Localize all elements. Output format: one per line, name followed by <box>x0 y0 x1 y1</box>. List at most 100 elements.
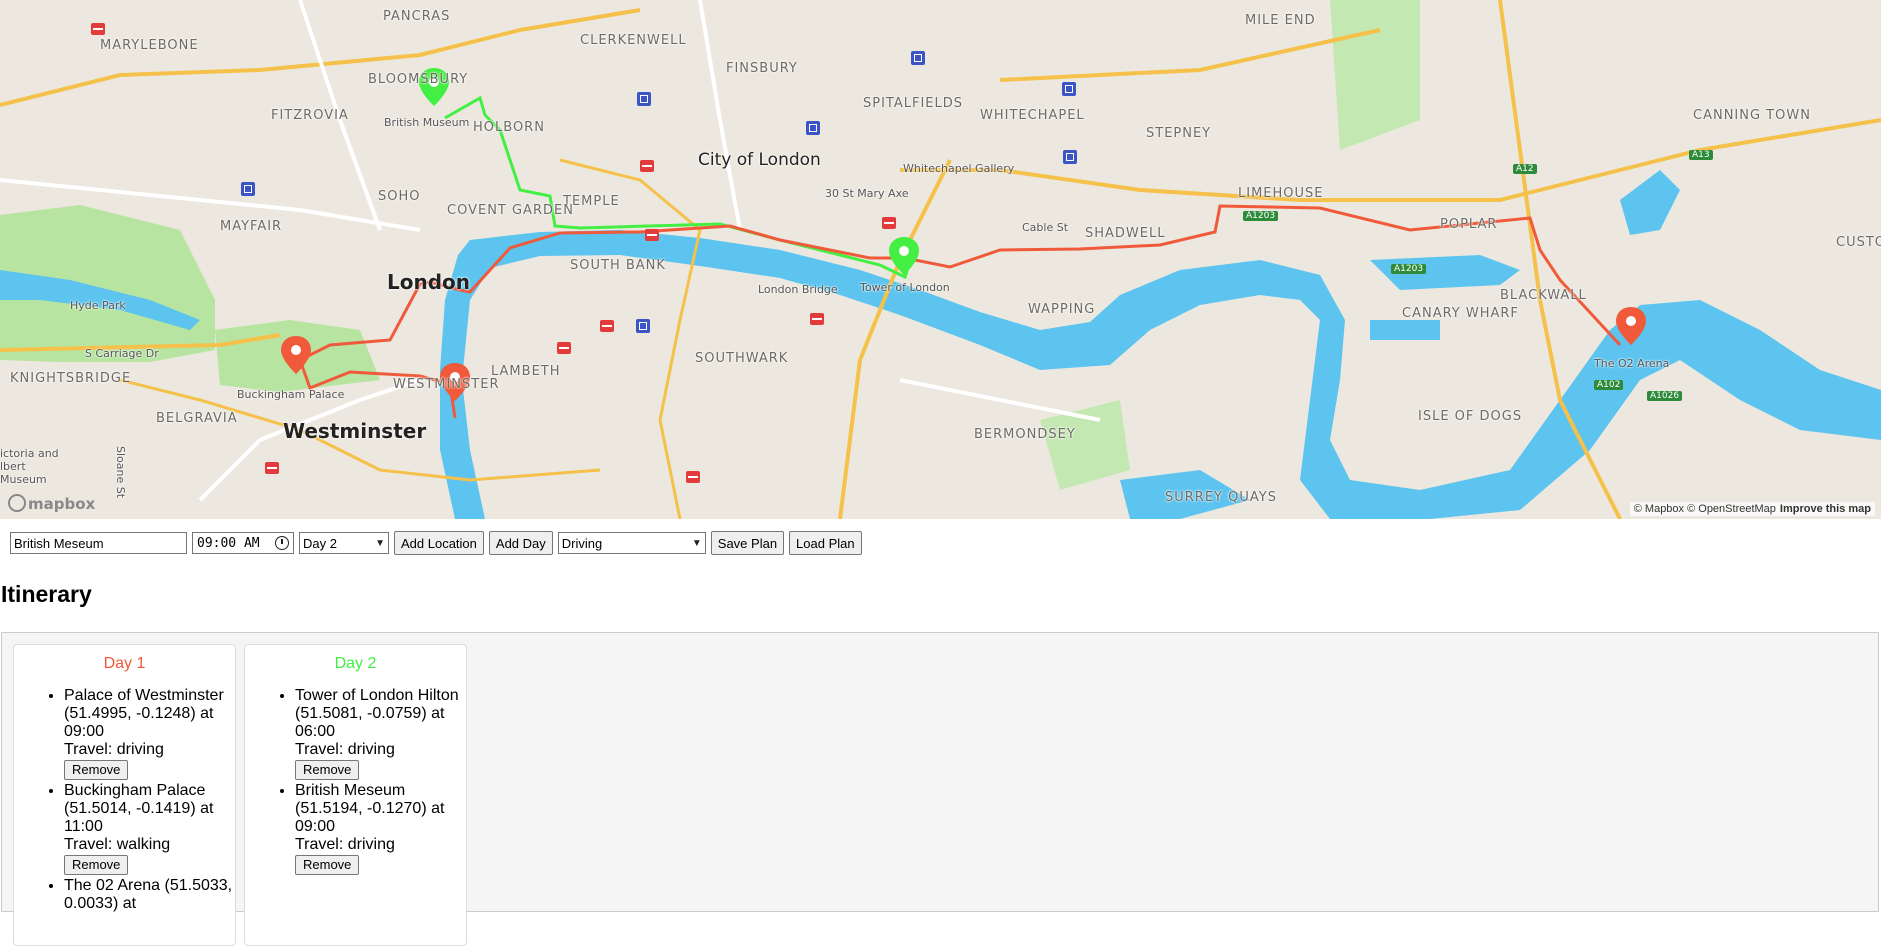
road-tag: A13 <box>1689 150 1713 160</box>
major-road <box>900 118 1881 202</box>
area-label: HOLBORN <box>473 120 545 135</box>
area-label: BLOOMSBURY <box>368 72 469 87</box>
stop-list: Palace of Westminster (51.4995, -0.1248)… <box>14 687 235 913</box>
remove-button[interactable]: Remove <box>64 855 129 875</box>
road-tag: A12 <box>1513 164 1537 174</box>
time-input[interactable]: 09:00 AM <box>192 532 294 554</box>
travel-mode-text: Travel: driving <box>295 836 395 853</box>
list-item: British Meseum (51.5194, -0.1270) at 09:… <box>295 782 466 875</box>
park-area <box>1040 400 1130 490</box>
area-label: Westminster <box>283 419 427 443</box>
remove-button[interactable]: Remove <box>64 760 129 780</box>
marker-tower-of-london[interactable] <box>889 237 919 275</box>
area-label: WESTMINSTER <box>393 377 500 392</box>
mapbox-logo-icon <box>8 494 26 512</box>
list-item: Palace of Westminster (51.4995, -0.1248)… <box>64 687 235 780</box>
itinerary-heading: Itinerary <box>1 581 92 607</box>
poi-label: The O2 Arena <box>1594 357 1670 370</box>
day-title: Day 2 <box>334 655 377 672</box>
area-label: COVENT GARDEN <box>447 203 574 218</box>
area-label: POPLAR <box>1440 217 1498 232</box>
travel-mode-text: Travel: driving <box>295 741 395 758</box>
park-area <box>1330 0 1420 150</box>
area-label: SPITALFIELDS <box>863 96 964 111</box>
day-card-1: Day 1 Palace of Westminster (51.4995, -0… <box>13 644 236 946</box>
travel-mode-select[interactable]: Driving ▼ <box>557 532 706 554</box>
poi-label: Sloane St <box>114 446 127 499</box>
area-label: CLERKENWELL <box>580 33 687 48</box>
clock-icon[interactable] <box>275 536 289 550</box>
mapbox-logo-text: mapbox <box>28 495 96 513</box>
day-select[interactable]: Day 2 ▼ <box>299 532 389 554</box>
rail-station-icon <box>686 471 700 483</box>
major-road <box>838 159 952 519</box>
area-label: SOUTHWARK <box>695 351 789 366</box>
tube-station-icon <box>1063 150 1077 164</box>
map-view[interactable]: PANCRAS MARYLEBONE CLERKENWELL MILE END … <box>0 0 1881 519</box>
tube-station-icon <box>806 121 820 135</box>
day-select-value: Day 2 <box>303 535 337 551</box>
major-road <box>559 158 702 519</box>
travel-mode-value: Driving <box>561 535 603 551</box>
list-item: Tower of London Hilton (51.5081, -0.0759… <box>295 687 466 780</box>
marker-buckingham-palace[interactable] <box>281 336 311 374</box>
area-label: BLACKWALL <box>1500 288 1587 303</box>
minor-road <box>698 0 742 231</box>
mapbox-logo[interactable]: mapbox <box>8 494 95 513</box>
day-title: Day 1 <box>103 655 146 672</box>
area-label: WAPPING <box>1028 302 1096 317</box>
travel-mode-text: Travel: walking <box>64 836 171 853</box>
location-input[interactable] <box>10 532 187 554</box>
list-item: Buckingham Palace (51.5014, -0.1419) at … <box>64 782 235 875</box>
area-label: SURREY QUAYS <box>1165 490 1277 505</box>
area-label: KNIGHTSBRIDGE <box>10 371 132 386</box>
area-label: SHADWELL <box>1085 226 1166 241</box>
area-label: CANARY WHARF <box>1402 306 1519 321</box>
stop-text: The 02 Arena (51.5033, 0.0033) at <box>64 877 233 912</box>
stop-text: British Meseum (51.5194, -0.1270) at 09:… <box>295 782 445 835</box>
area-label: LAMBETH <box>491 364 561 379</box>
chevron-down-icon: ▼ <box>691 537 702 549</box>
area-label: MAYFAIR <box>220 219 283 234</box>
stop-text: Palace of Westminster (51.4995, -0.1248)… <box>64 687 224 740</box>
poi-label: S Carriage Dr <box>85 347 159 360</box>
day-card-2: Day 2 Tower of London Hilton (51.5081, -… <box>244 644 467 946</box>
improve-map-link[interactable]: Improve this map <box>1780 503 1871 515</box>
rail-station-icon <box>265 462 279 474</box>
rail-station-icon <box>810 313 824 325</box>
area-label: MILE END <box>1245 13 1316 28</box>
area-label: SOHO <box>378 189 421 204</box>
area-label: ISLE OF DOGS <box>1418 409 1523 424</box>
load-plan-button[interactable]: Load Plan <box>789 531 862 555</box>
poi-label: ictoria and lbert Museum <box>0 447 59 486</box>
minor-road <box>899 378 1101 422</box>
add-day-button[interactable]: Add Day <box>488 531 553 555</box>
marker-o2-arena[interactable] <box>1616 307 1646 345</box>
tube-station-icon <box>911 51 925 65</box>
save-plan-button[interactable]: Save Plan <box>710 531 785 555</box>
stop-list: Tower of London Hilton (51.5081, -0.0759… <box>245 687 466 875</box>
road-tag: A1203 <box>1243 211 1279 221</box>
area-label: WHITECHAPEL <box>980 108 1085 123</box>
road-tag: A102 <box>1594 380 1624 390</box>
area-label: STEPNEY <box>1146 126 1212 141</box>
area-label: BELGRAVIA <box>156 411 238 426</box>
rail-station-icon <box>882 217 896 229</box>
rail-station-icon <box>640 160 654 172</box>
area-label: CANNING TOWN <box>1693 108 1811 123</box>
attribution-text[interactable]: © Mapbox © OpenStreetMap <box>1634 503 1776 515</box>
area-label: LIMEHOUSE <box>1238 186 1324 201</box>
stop-text: Tower of London Hilton (51.5081, -0.0759… <box>295 687 459 740</box>
remove-button[interactable]: Remove <box>295 760 360 780</box>
travel-mode-text: Travel: driving <box>64 741 164 758</box>
tube-station-icon <box>636 319 650 333</box>
chevron-down-icon: ▼ <box>375 537 385 549</box>
remove-button[interactable]: Remove <box>295 855 360 875</box>
stop-text: Buckingham Palace (51.5014, -0.1419) at … <box>64 782 214 835</box>
add-location-button[interactable]: Add Location <box>394 531 484 555</box>
rail-station-icon <box>557 342 571 354</box>
list-item: The 02 Arena (51.5033, 0.0033) at <box>64 877 235 913</box>
poi-label: Buckingham Palace <box>237 388 345 401</box>
area-label: FINSBURY <box>726 61 798 76</box>
poi-label: 30 St Mary Axe <box>825 187 909 200</box>
